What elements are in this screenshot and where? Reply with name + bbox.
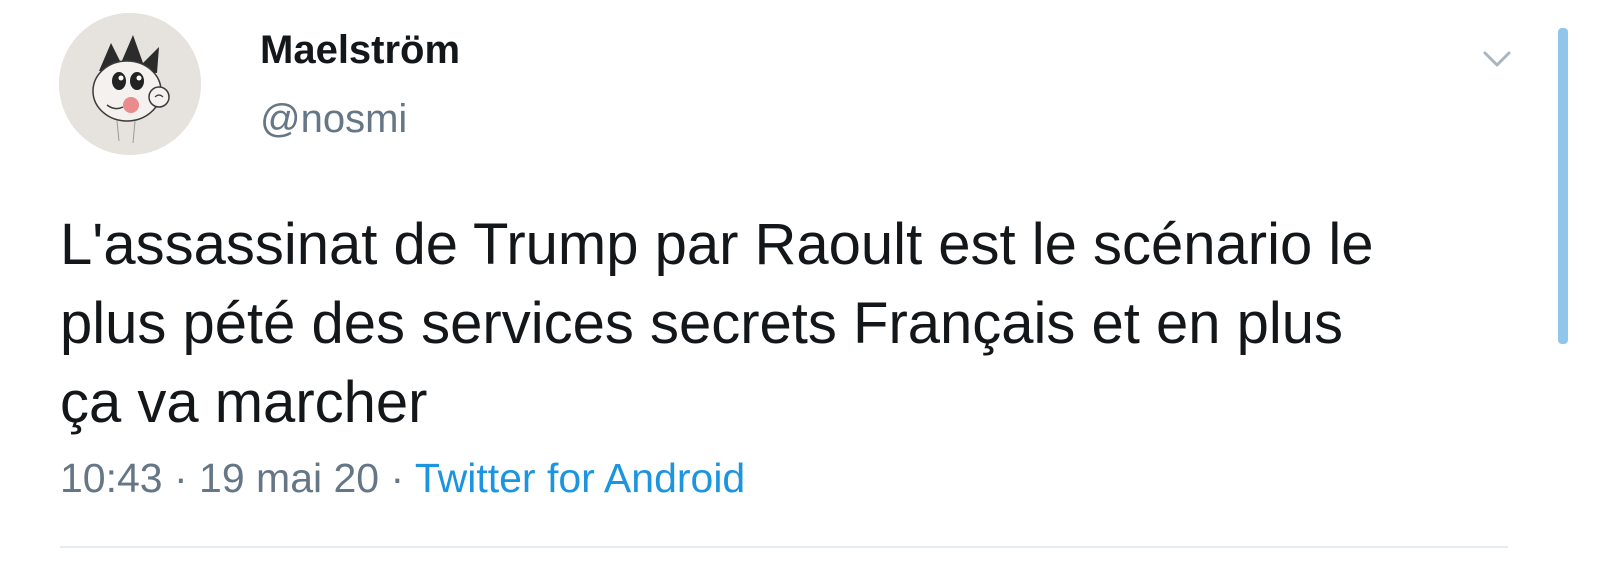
tweet-source-link[interactable]: Twitter for Android	[415, 455, 745, 501]
meta-separator: ·	[379, 455, 415, 501]
chevron-down-icon[interactable]	[1480, 44, 1514, 74]
scrollbar[interactable]	[1558, 28, 1568, 344]
tweet-text: L'assassinat de Trump par Raoult est le …	[60, 205, 1520, 442]
tweet-text-line: ça va marcher	[60, 370, 428, 435]
tweet-text-line: plus pété des services secrets Français …	[60, 291, 1344, 356]
display-name[interactable]: Maelström	[260, 28, 460, 73]
tweet-time[interactable]: 10:43	[60, 455, 163, 501]
tweet-text-line: L'assassinat de Trump par Raoult est le …	[60, 212, 1374, 277]
user-handle[interactable]: @nosmi	[260, 97, 407, 142]
tweet-metadata: 10:43 · 19 mai 20 · Twitter for Android	[60, 455, 745, 502]
divider	[60, 546, 1508, 548]
cartoon-avatar-icon	[59, 13, 201, 155]
tweet-card: Maelström @nosmi L'assassinat de Trump p…	[0, 0, 1600, 563]
meta-separator: ·	[162, 455, 200, 501]
avatar[interactable]	[59, 13, 201, 155]
tweet-date[interactable]: 19 mai 20	[199, 455, 379, 501]
